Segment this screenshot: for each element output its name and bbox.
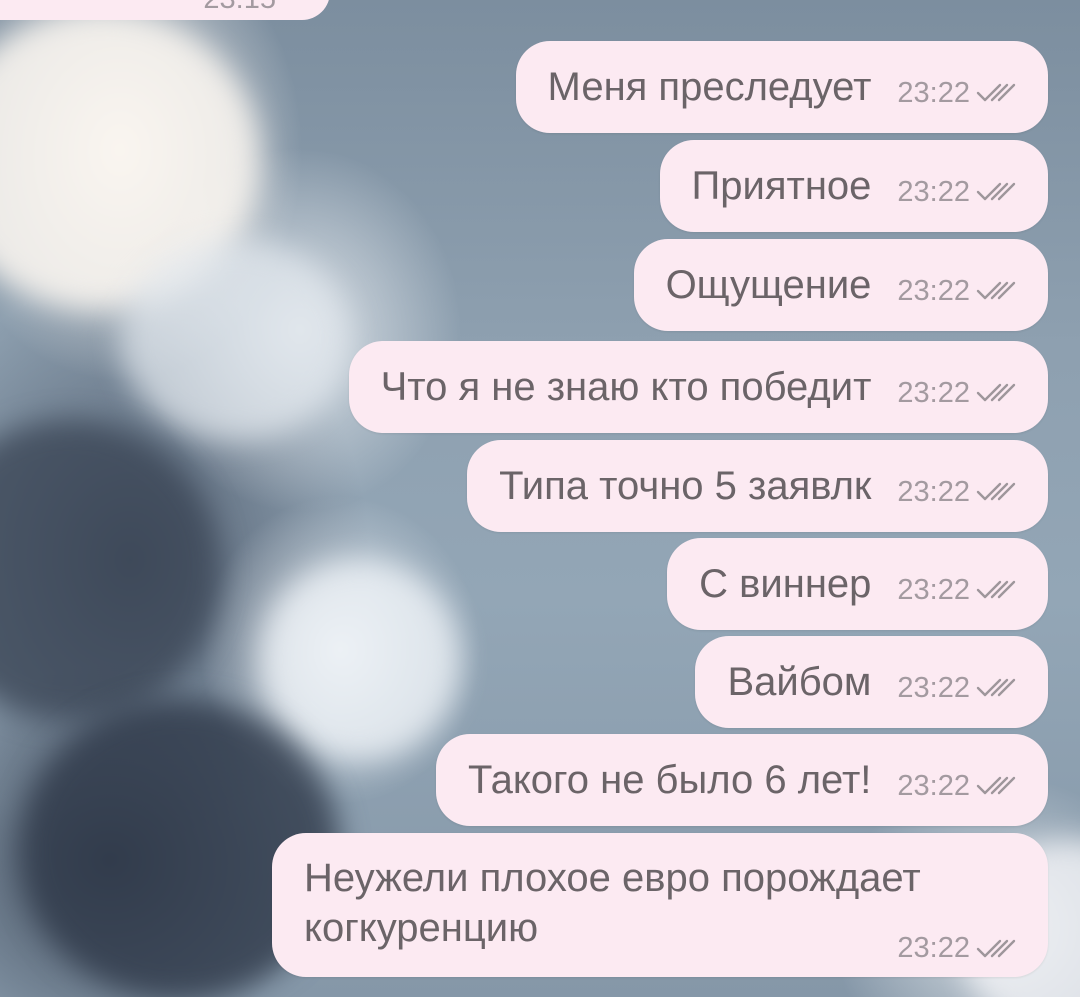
message-meta: 23:22 [897,476,1020,509]
message-meta: 23:22 [897,672,1020,705]
message-meta: 23:22 [897,275,1020,308]
cloud-shape [260,560,460,760]
message-time: 23:22 [897,475,970,508]
message-text: Такого не было 6 лет! [467,757,872,802]
message-text: Неужели плохое евро порождает когкуренци… [304,856,921,950]
message-meta: 23:22 [897,574,1020,607]
double-check-icon [976,939,1016,957]
outgoing-message[interactable]: Неужели плохое евро порождает когкуренци… [272,833,1048,977]
message-time: 23:22 [897,573,970,606]
double-check-icon [976,281,1016,300]
double-check-icon [976,383,1016,402]
message-time: 23:15 [203,0,276,16]
message-meta: 23:22 [897,377,1020,410]
message-text: Меня преследует [547,64,872,109]
double-check-icon [976,83,1016,102]
double-check-icon [976,678,1016,697]
outgoing-message[interactable]: Что я не знаю кто победит 23:22 [348,341,1048,433]
message-text: Приятное [691,163,872,208]
message-meta: 23:22 [897,770,1020,803]
outgoing-message[interactable]: Вайбом 23:22 [695,636,1048,728]
double-check-icon [976,580,1016,599]
message-text: Вайбом [727,659,872,704]
outgoing-message[interactable]: Типа точно 5 заявлк 23:22 [467,440,1048,532]
double-check-icon [976,776,1016,795]
message-time: 23:22 [897,769,970,802]
outgoing-message[interactable]: С виннер 23:22 [667,538,1048,630]
message-text: Ощущение [665,262,872,307]
message-text: Типа точно 5 заявлк [499,463,872,508]
message-time: 23:22 [897,175,970,208]
cloud-shape [120,240,350,440]
message-text: С виннер [699,561,872,606]
message-time: 23:22 [897,76,970,109]
message-text: Что я не знаю кто победит [380,364,872,409]
message-time: 23:22 [897,274,970,307]
outgoing-message[interactable]: Такого не было 6 лет! 23:22 [435,734,1048,826]
outgoing-message[interactable]: Меня преследует 23:22 [515,41,1048,133]
message-time: 23:22 [897,671,970,704]
previous-message-bubble[interactable]: 23:15 [0,0,330,20]
double-check-icon [976,182,1016,201]
message-time: 23:22 [897,376,970,409]
message-time: 23:22 [897,932,970,964]
message-meta: 23:22 [897,176,1020,209]
outgoing-message[interactable]: Ощущение 23:22 [633,239,1048,331]
double-check-icon [976,482,1016,501]
message-meta: 23:22 [897,77,1020,110]
cloud-shape [0,420,220,720]
outgoing-message[interactable]: Приятное 23:22 [659,140,1048,232]
message-meta: 23:22 [897,932,1020,965]
